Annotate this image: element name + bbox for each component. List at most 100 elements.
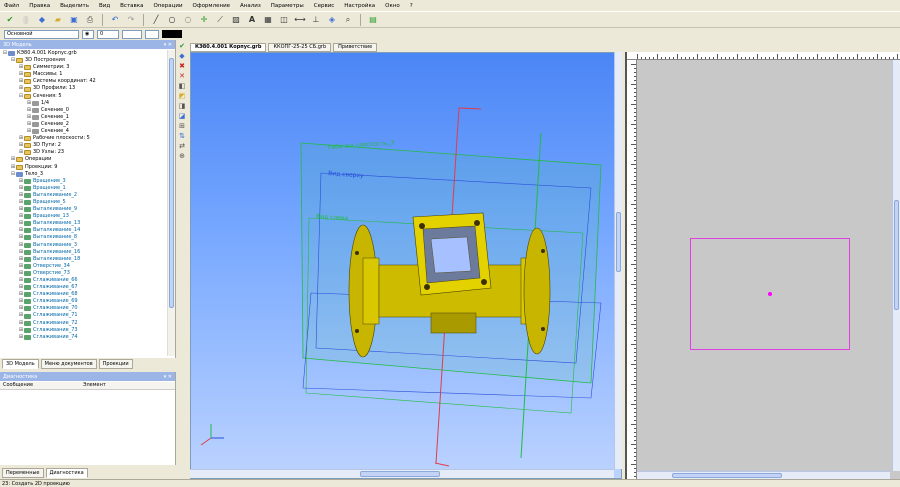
color-swatch[interactable] [162,30,182,38]
tree-item[interactable]: ⊞ Сглаживание_70 [2,305,165,312]
tree-item[interactable]: ⊞ Массивы: 1 [2,71,165,78]
tool-icon[interactable]: ⇄ [179,142,185,150]
tree-item[interactable]: ⊞ 3D Узлы: 23 [2,149,165,156]
menu-item[interactable]: Окно [385,3,400,9]
table-icon[interactable]: ▦ [262,14,274,26]
tree-item[interactable]: ⊞ Выталкивание_18 [2,256,165,263]
menu-item[interactable]: Анализ [240,3,261,9]
tool-icon[interactable]: ⊕ [179,152,185,160]
column-header[interactable]: Элемент [80,382,106,389]
text-icon[interactable]: A [246,14,258,26]
redo-icon[interactable]: ↷ [125,14,137,26]
tool-icon[interactable]: ◧ [179,82,186,90]
tree-item[interactable]: ⊞ Операции [2,156,165,163]
save-icon[interactable]: ▣ [68,14,80,26]
origin-point[interactable] [768,292,772,296]
tool-icon[interactable]: ⊞ [179,122,185,130]
tree-item[interactable]: ⊞ Сглаживание_72 [2,320,165,327]
dimension-icon[interactable]: ⟷ [294,14,306,26]
panel-tab[interactable]: Диагностика [45,467,88,478]
menu-item[interactable]: Сервис [314,3,335,9]
document-tab[interactable]: КЭ80.4.001 Корпус.grb [190,42,267,52]
tree-item[interactable]: ⊞ Сечение_0 [2,107,165,114]
arc-icon[interactable]: ◌ [182,14,194,26]
viewport-hscrollbar[interactable] [190,469,614,478]
tree-item[interactable]: ⊞ Системы координат: 42 [2,78,165,85]
color-combo[interactable] [145,29,159,39]
drawing-hscrollbar[interactable] [637,471,890,479]
print-icon[interactable]: ⎙ [84,14,96,26]
circle-icon[interactable]: ○ [166,14,178,26]
undo-icon[interactable]: ↶ [109,14,121,26]
tree-item[interactable]: ⊞ Отверстие_34 [2,263,165,270]
tree-item[interactable]: ⊞ Вращение_3 [2,178,165,185]
scrollbar-thumb[interactable] [360,471,440,477]
menu-item[interactable]: Параметры [271,3,304,9]
document-tab[interactable]: ККОПГ-25-25 СБ.grb [268,42,332,52]
tree-item[interactable]: ⊞ Выталкивание_3 [2,242,165,249]
menu-item[interactable]: Вид [99,3,110,9]
symbol-icon[interactable]: ⊥ [310,14,322,26]
tree-item[interactable]: ⊟ Тело_3 [2,171,165,178]
drawing-panel[interactable] [625,52,900,479]
tree-item[interactable]: ⊞ 1/4 [2,100,165,107]
style-combo[interactable] [122,29,142,39]
document-icon[interactable]: ▤ [367,14,379,26]
tree-item[interactable]: ⊞ Симметрии: 3 [2,64,165,71]
tool-icon[interactable]: ◨ [179,102,186,110]
polyline-icon[interactable]: ⟋ [214,14,226,26]
panel-tab[interactable]: Проекции [98,359,133,369]
tree-item[interactable]: ⊞ Выталкивание_8 [2,234,165,241]
checkmark-icon[interactable]: ✔ [179,42,185,50]
number-field[interactable]: 0 [97,29,119,39]
tree-item[interactable]: ⊞ Выталкивание_16 [2,249,165,256]
scrollbar-thumb[interactable] [169,58,174,308]
stop-icon[interactable]: ✖ [179,62,185,70]
close-icon[interactable]: ▾ ✕ [164,374,172,380]
scrollbar-thumb[interactable] [672,473,782,478]
tree-item[interactable]: ⊟ КЭ80.4.001 Корпус.grb [2,50,165,57]
tool-icon[interactable]: ⇅ [179,132,185,140]
drawing-vscrollbar[interactable] [892,60,900,471]
tree-item[interactable]: ⊞ Выталкивание_2 [2,192,165,199]
tree-item[interactable]: ⊞ Сглаживание_67 [2,284,165,291]
menu-item[interactable]: Файл [4,3,19,9]
new-doc-icon[interactable]: ▯ [20,14,32,26]
scrollbar-thumb[interactable] [616,212,621,272]
tree-item[interactable]: ⊞ Вращение_1 [2,185,165,192]
tree-item[interactable]: ⊞ Сечение_4 [2,128,165,135]
tree-item[interactable]: ⊞ Отверстие_73 [2,270,165,277]
tree-item[interactable]: ⊞ Выталкивание_14 [2,227,165,234]
tree-item[interactable]: ⊞ Сечение_2 [2,121,165,128]
layer-combo[interactable]: Основной [4,29,79,39]
checkmark-icon[interactable]: ✔ [4,14,16,26]
tree-item[interactable]: ⊞ 3D Профили: 13 [2,85,165,92]
tree-item[interactable]: ⊞ Сглаживание_66 [2,277,165,284]
scrollbar-thumb[interactable] [894,200,899,310]
tree-item[interactable]: ⊟ 3D Построения [2,57,165,64]
tree-item[interactable]: ⊞ Вращение_13 [2,213,165,220]
tree-item[interactable]: ⊟ Сечения: 5 [2,93,165,100]
hatch-icon[interactable]: ▨ [230,14,242,26]
menu-item[interactable]: Настройка [344,3,375,9]
cancel-icon[interactable]: ✕ [179,72,185,80]
tree-item[interactable]: ⊞ Сглаживание_74 [2,334,165,341]
tool-icon[interactable]: ◩ [179,92,186,100]
tree-item[interactable]: ⊞ Сглаживание_73 [2,327,165,334]
tree-item[interactable]: ⊞ Сглаживание_69 [2,298,165,305]
tree-item[interactable]: ⊞ Сечение_1 [2,114,165,121]
cube-icon[interactable]: ◆ [36,14,48,26]
zoom-icon[interactable]: ⌕ [342,14,354,26]
tree-item[interactable]: ⊞ Рабочие плоскости: 5 [2,135,165,142]
close-icon[interactable]: ▾ ✕ [164,42,172,48]
tree-item[interactable]: ⊞ Вращение_5 [2,199,165,206]
tree-item[interactable]: ⊞ Проекции: 9 [2,164,165,171]
tree-item[interactable]: ⊞ Выталкивание_9 [2,206,165,213]
menu-item[interactable]: ? [410,3,413,9]
menu-item[interactable]: Вставка [120,3,143,9]
panel-tab[interactable]: Переменные [2,467,44,478]
line-icon[interactable]: ╱ [150,14,162,26]
panel-tab[interactable]: Меню документов [40,359,97,369]
menu-item[interactable]: Операции [153,3,182,9]
column-header[interactable]: Сообщение [0,382,80,389]
